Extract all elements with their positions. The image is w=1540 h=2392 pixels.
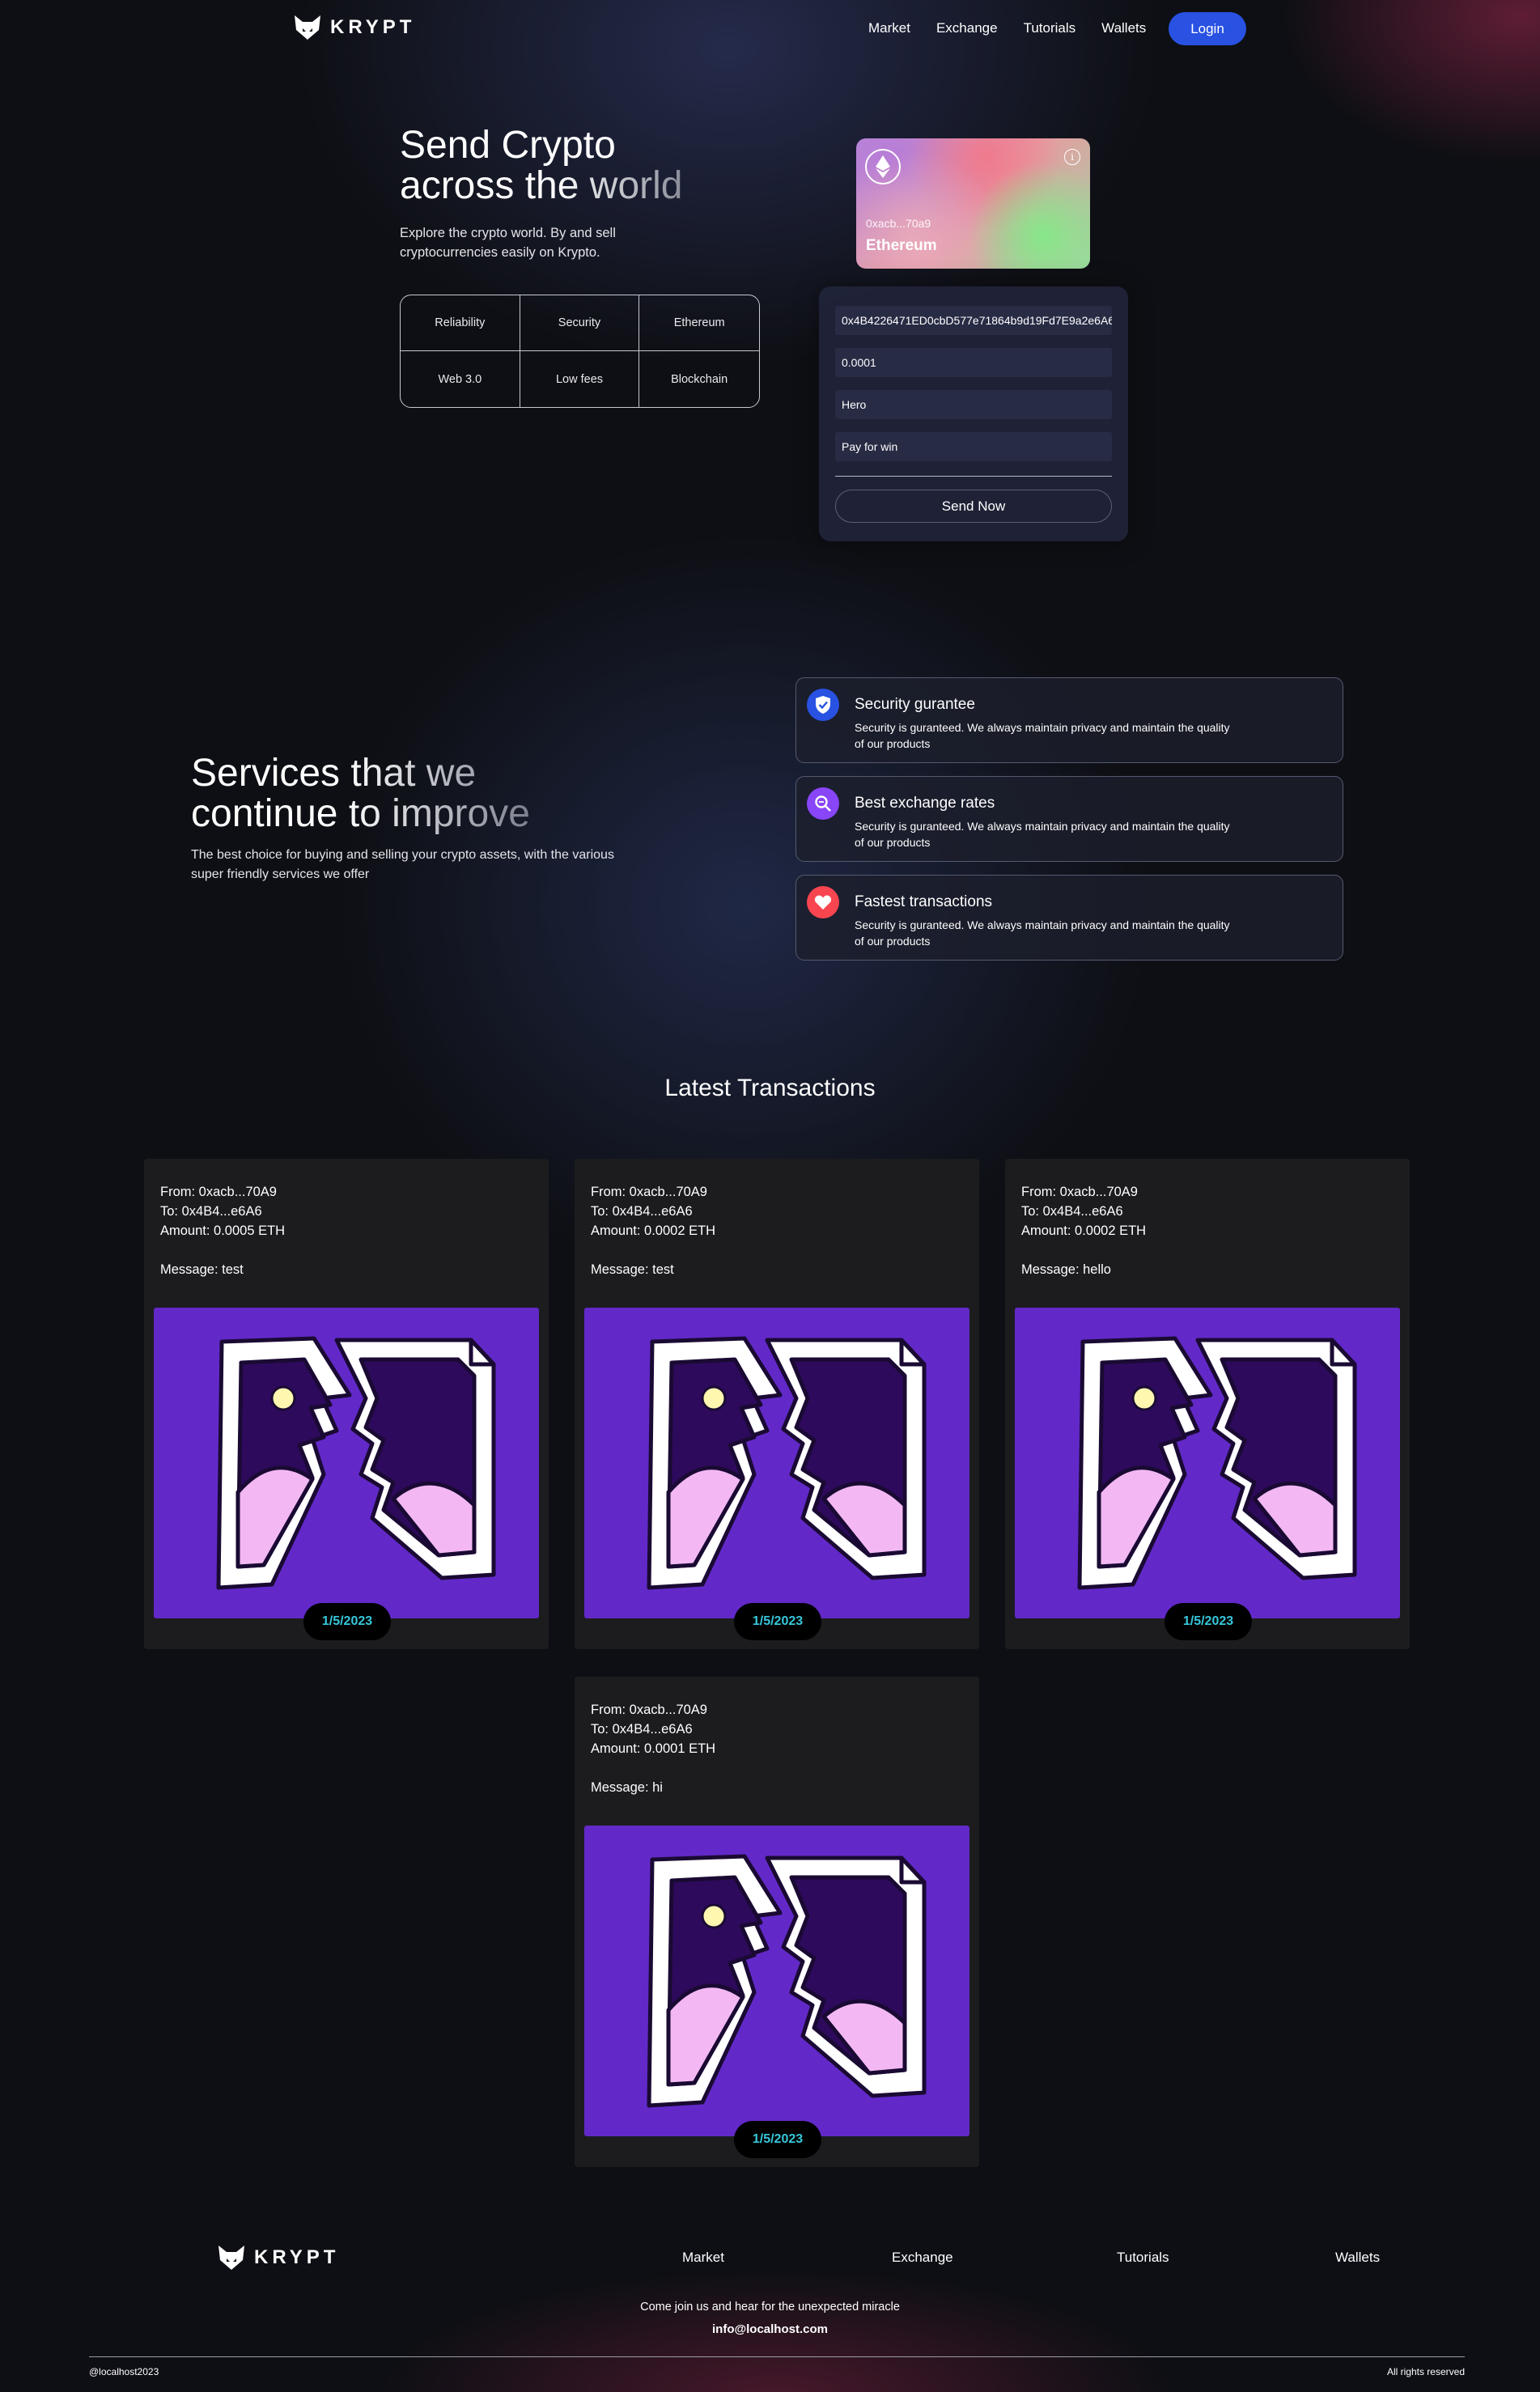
services-title-line1: Services that we bbox=[191, 753, 530, 794]
card-network: Ethereum bbox=[866, 237, 937, 254]
fox-logo-icon bbox=[218, 2246, 244, 2270]
services-title-line2: continue to improve bbox=[191, 792, 530, 835]
tx-message: Message: hello bbox=[1021, 1262, 1111, 1277]
nav-link-market[interactable]: Market bbox=[868, 20, 910, 36]
footer-logo[interactable]: KRYPT bbox=[217, 2244, 339, 2271]
broken-image-icon bbox=[584, 1308, 969, 1618]
footer-link-exchange[interactable]: Exchange bbox=[892, 2250, 953, 2266]
feature-web3: Web 3.0 bbox=[401, 351, 520, 407]
hero-subtitle: Explore the crypto world. By and sell cr… bbox=[400, 226, 616, 260]
footer-divider bbox=[89, 2356, 1465, 2357]
tx-message: Message: test bbox=[160, 1262, 244, 1277]
hero-title: Send Crypto across the world bbox=[400, 125, 682, 206]
tx-message: Message: test bbox=[591, 1262, 674, 1277]
broken-image-icon bbox=[1015, 1308, 1400, 1618]
send-form: 0x4B4226471ED0cbD577e71864b9d19Fd7E9a2e6… bbox=[819, 286, 1128, 541]
send-now-button[interactable]: Send Now bbox=[835, 490, 1112, 523]
services-title: Services that we continue to improve bbox=[191, 753, 530, 834]
tx-message: Message: hi bbox=[591, 1780, 663, 1795]
footer-link-market[interactable]: Market bbox=[682, 2250, 724, 2266]
tx-from[interactable]: From: 0xacb...70A9 bbox=[1021, 1185, 1138, 1200]
transaction-card: From: 0xacb...70A9 To: 0x4B4...e6A6 Amou… bbox=[575, 1159, 979, 1649]
tx-from[interactable]: From: 0xacb...70A9 bbox=[591, 1185, 707, 1200]
card-address: 0xacb...70a9 bbox=[866, 217, 931, 230]
footer-email[interactable]: info@localhost.com bbox=[0, 2322, 1540, 2336]
service-desc: Security is guranteed. We always maintai… bbox=[855, 918, 1230, 948]
transactions-heading: Latest Transactions bbox=[664, 1075, 876, 1101]
footer-copyright: @localhost2023 bbox=[89, 2366, 159, 2377]
amount-input[interactable]: 0.0001 bbox=[835, 348, 1112, 377]
services-subtitle: The best choice for buying and selling y… bbox=[191, 848, 614, 881]
service-title: Best exchange rates bbox=[855, 795, 995, 812]
keyword-input[interactable]: Hero bbox=[835, 390, 1112, 419]
tx-to[interactable]: To: 0x4B4...e6A6 bbox=[591, 1204, 693, 1219]
search-icon bbox=[807, 787, 839, 820]
tx-from[interactable]: From: 0xacb...70A9 bbox=[160, 1185, 277, 1200]
logo-text: KRYPT bbox=[254, 2246, 340, 2268]
broken-image-icon bbox=[154, 1308, 539, 1618]
footer-tagline: Come join us and hear for the unexpected… bbox=[640, 2301, 900, 2314]
feature-reliability: Reliability bbox=[401, 295, 520, 351]
logo-text: KRYPT bbox=[330, 16, 416, 38]
fox-logo-icon bbox=[295, 15, 320, 40]
service-title: Fastest transactions bbox=[855, 893, 993, 910]
service-desc: Security is guranteed. We always maintai… bbox=[855, 820, 1230, 849]
login-button[interactable]: Login bbox=[1169, 12, 1246, 45]
ethereum-card: i 0xacb...70a9 Ethereum bbox=[856, 138, 1090, 269]
tx-amount: Amount: 0.0005 ETH bbox=[160, 1224, 286, 1238]
broken-image-icon bbox=[584, 1826, 969, 2136]
tx-from[interactable]: From: 0xacb...70A9 bbox=[591, 1703, 707, 1718]
address-to-input[interactable]: 0x4B4226471ED0cbD577e71864b9d19Fd7E9a2e6… bbox=[835, 306, 1112, 335]
service-desc: Security is guranteed. We always maintai… bbox=[855, 721, 1230, 750]
transaction-card: From: 0xacb...70A9 To: 0x4B4...e6A6 Amou… bbox=[1005, 1159, 1410, 1649]
message-input[interactable]: Pay for win bbox=[835, 432, 1112, 461]
feature-ethereum: Ethereum bbox=[639, 295, 759, 351]
nav-link-tutorials[interactable]: Tutorials bbox=[1024, 20, 1076, 36]
footer-rights: All rights reserved bbox=[1386, 2366, 1465, 2377]
nav-link-exchange[interactable]: Exchange bbox=[936, 20, 998, 36]
service-card-exchange: Best exchange rates Security is gurantee… bbox=[795, 776, 1343, 862]
feature-low-fees: Low fees bbox=[520, 351, 640, 407]
tx-amount: Amount: 0.0001 ETH bbox=[591, 1741, 716, 1756]
transaction-card: From: 0xacb...70A9 To: 0x4B4...e6A6 Amou… bbox=[144, 1159, 549, 1649]
tx-to[interactable]: To: 0x4B4...e6A6 bbox=[1021, 1204, 1123, 1219]
tx-date: 1/5/2023 bbox=[1165, 1603, 1252, 1640]
transaction-card: From: 0xacb...70A9 To: 0x4B4...e6A6 Amou… bbox=[575, 1677, 979, 2167]
ethereum-icon bbox=[865, 149, 901, 184]
heart-icon bbox=[807, 886, 839, 918]
service-card-fastest: Fastest transactions Security is gurante… bbox=[795, 875, 1343, 961]
tx-to[interactable]: To: 0x4B4...e6A6 bbox=[591, 1722, 693, 1737]
service-card-security: Security gurantee Security is guranteed.… bbox=[795, 677, 1343, 763]
form-divider bbox=[835, 476, 1112, 477]
hero-title-line2: across the world bbox=[400, 164, 683, 207]
tx-amount: Amount: 0.0002 ETH bbox=[1021, 1224, 1147, 1238]
info-icon[interactable]: i bbox=[1064, 149, 1080, 165]
tx-amount: Amount: 0.0002 ETH bbox=[591, 1224, 716, 1238]
header-logo[interactable]: KRYPT bbox=[293, 14, 415, 41]
feature-grid: Reliability Security Ethereum Web 3.0 Lo… bbox=[400, 295, 760, 408]
tx-date: 1/5/2023 bbox=[734, 2121, 821, 2158]
tx-to[interactable]: To: 0x4B4...e6A6 bbox=[160, 1204, 262, 1219]
shield-check-icon bbox=[807, 689, 839, 721]
feature-security: Security bbox=[520, 295, 640, 351]
tx-date: 1/5/2023 bbox=[303, 1603, 391, 1640]
hero-title-line1: Send Crypto bbox=[400, 124, 616, 167]
footer-link-wallets[interactable]: Wallets bbox=[1335, 2250, 1380, 2266]
main-nav: Market Exchange Tutorials Wallets bbox=[868, 20, 1146, 36]
service-title: Security gurantee bbox=[855, 696, 975, 713]
feature-blockchain: Blockchain bbox=[671, 372, 728, 386]
tx-date: 1/5/2023 bbox=[734, 1603, 821, 1640]
footer-link-tutorials[interactable]: Tutorials bbox=[1117, 2250, 1169, 2266]
nav-link-wallets[interactable]: Wallets bbox=[1101, 20, 1146, 36]
